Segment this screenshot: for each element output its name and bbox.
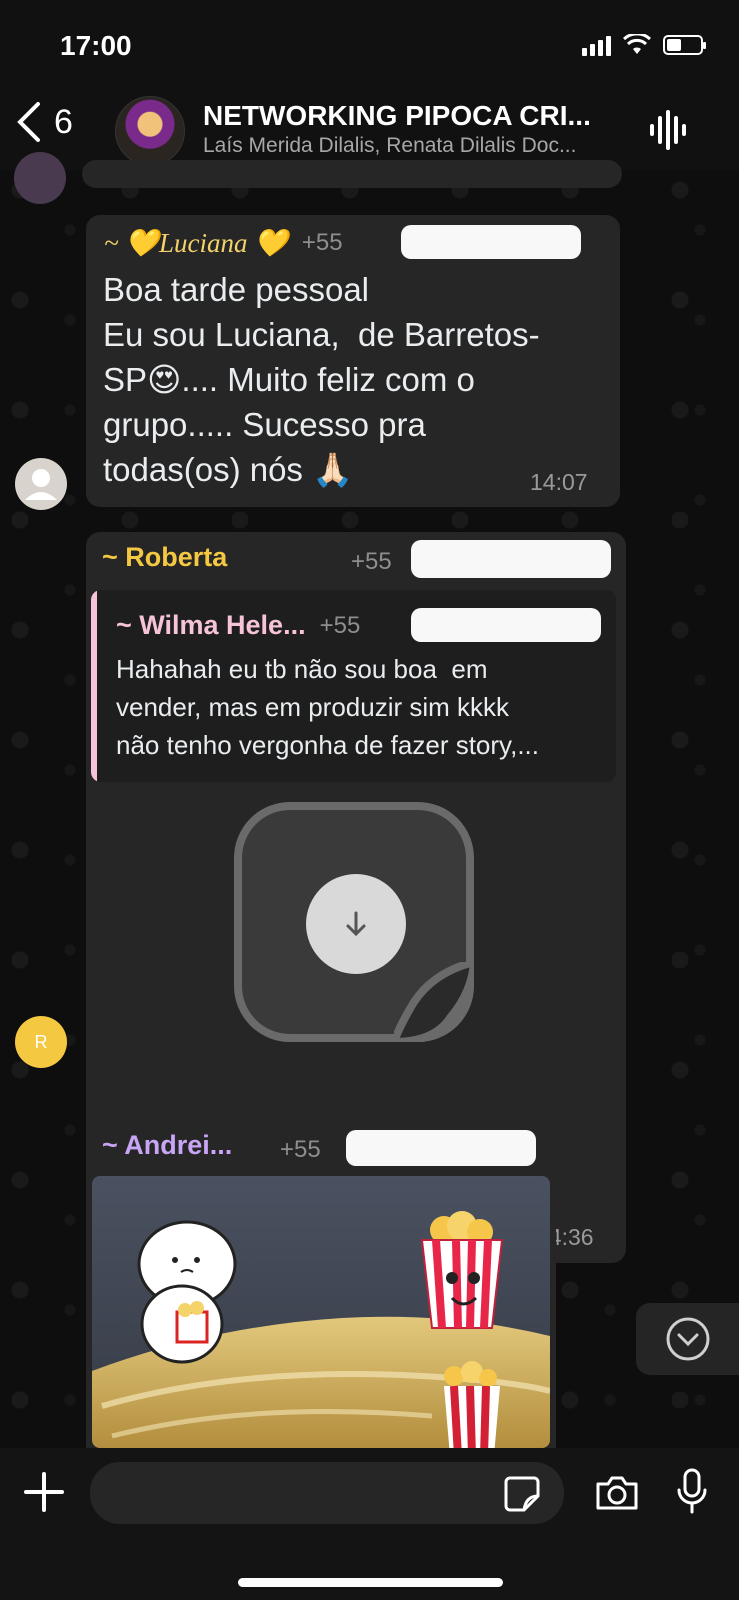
download-button[interactable] bbox=[306, 874, 406, 974]
status-icons bbox=[582, 34, 706, 56]
composer-bar bbox=[0, 1448, 739, 1600]
message-time: 14:07 bbox=[530, 469, 588, 495]
audio-call-icon[interactable] bbox=[649, 110, 687, 150]
redacted-phone bbox=[346, 1130, 536, 1166]
scroll-to-bottom-button[interactable] bbox=[636, 1303, 739, 1375]
popcorn-bags-photo bbox=[92, 1176, 550, 1448]
sender-name[interactable]: ~ Andrei... bbox=[102, 1130, 232, 1161]
sender-name[interactable]: ~ Roberta bbox=[102, 542, 227, 573]
sender-phone: +55 bbox=[351, 548, 392, 575]
status-bar: 17:00 bbox=[0, 0, 739, 90]
popcorn-bucket bbox=[444, 1361, 500, 1448]
battery-icon bbox=[663, 35, 706, 55]
message-input[interactable] bbox=[90, 1462, 564, 1524]
chat-area[interactable]: ~ 💛Luciana 💛 +55 Boa tarde pessoal Eu so… bbox=[0, 152, 739, 1448]
chevron-left-icon bbox=[17, 102, 40, 142]
popcorn-box-character bbox=[420, 1211, 504, 1329]
default-avatar[interactable] bbox=[15, 458, 67, 510]
quoted-message[interactable]: ~ Wilma Hele... +55 Hahahah eu tb não so… bbox=[91, 590, 616, 782]
message-text: Boa tarde pessoal Eu sou Luciana, de Bar… bbox=[103, 271, 540, 488]
avatar[interactable] bbox=[14, 152, 66, 204]
person-icon bbox=[25, 469, 57, 500]
message-bubble[interactable]: ~ 💛Luciana 💛 +55 Boa tarde pessoal Eu so… bbox=[86, 215, 620, 507]
camera-icon[interactable] bbox=[594, 1474, 640, 1512]
group-avatar[interactable] bbox=[115, 96, 185, 166]
chevron-down-icon bbox=[666, 1317, 709, 1361]
sender-name[interactable]: ~ 💛Luciana 💛 +55 bbox=[104, 227, 343, 259]
redacted-phone bbox=[411, 608, 601, 642]
sender-phone: +55 bbox=[301, 229, 343, 256]
signal-icon bbox=[582, 34, 611, 56]
previous-message bbox=[82, 160, 622, 188]
unread-count: 6 bbox=[54, 102, 73, 141]
sender-avatar[interactable]: R bbox=[15, 1016, 67, 1068]
home-indicator bbox=[238, 1578, 503, 1587]
quoted-text: Hahahah eu tb não sou boa em vender, mas… bbox=[116, 654, 540, 760]
message-bubble[interactable]: ~ Andrei... +55 bbox=[86, 1118, 556, 1448]
group-title[interactable]: NETWORKING PIPOCA CRI... bbox=[203, 100, 591, 132]
redacted-phone bbox=[411, 540, 611, 578]
quoted-phone: +55 bbox=[319, 611, 361, 639]
sticker-icon[interactable] bbox=[504, 1476, 540, 1512]
download-icon bbox=[346, 911, 366, 937]
sender-phone: +55 bbox=[280, 1136, 321, 1163]
quote-bar bbox=[91, 590, 97, 782]
quoted-sender: ~ Wilma Hele... +55 bbox=[116, 610, 361, 640]
wifi-icon bbox=[623, 34, 651, 54]
back-button[interactable]: 6 bbox=[14, 100, 73, 144]
message-photo[interactable] bbox=[92, 1176, 550, 1448]
microphone-icon[interactable] bbox=[676, 1468, 708, 1514]
sticker-peel-icon bbox=[394, 962, 474, 1042]
status-time: 17:00 bbox=[60, 30, 132, 61]
group-members[interactable]: Laís Merida Dilalis, Renata Dilalis Doc.… bbox=[203, 134, 576, 158]
redacted-phone bbox=[401, 225, 581, 259]
plus-icon[interactable] bbox=[24, 1472, 64, 1512]
sticker-placeholder[interactable] bbox=[234, 802, 474, 1042]
